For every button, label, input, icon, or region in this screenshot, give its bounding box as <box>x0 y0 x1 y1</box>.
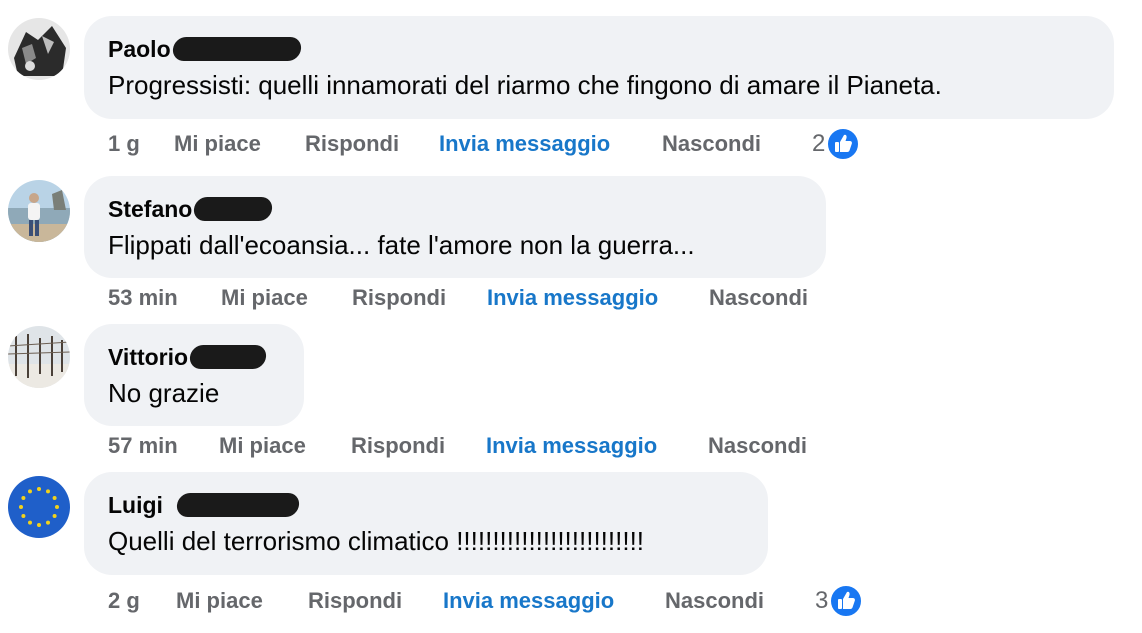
send-message-button[interactable]: Invia messaggio <box>443 585 614 617</box>
comment-text: No grazie <box>108 378 220 408</box>
redaction-mark <box>171 37 302 61</box>
comment-time[interactable]: 53 min <box>108 282 178 314</box>
reaction-summary[interactable]: 2 <box>812 127 861 161</box>
comment-bubble: Stefano Flippati dall'ecoansia... fate l… <box>84 176 826 278</box>
reply-button[interactable]: Rispondi <box>351 430 445 462</box>
comment-text: Flippati dall'ecoansia... fate l'amore n… <box>108 230 695 260</box>
hide-button[interactable]: Nascondi <box>708 430 807 462</box>
comment-author[interactable]: Stefano <box>108 196 192 223</box>
comment-bubble: Vittorio No grazie <box>84 324 304 426</box>
comment-text: Progressisti: quelli innamorati del riar… <box>108 70 942 100</box>
comment-bubble: Paolo Progressisti: quelli innamorati de… <box>84 16 1114 119</box>
comment-author[interactable]: Luigi <box>108 492 163 519</box>
hide-button[interactable]: Nascondi <box>662 128 761 160</box>
like-button[interactable]: Mi piace <box>219 430 306 462</box>
avatar[interactable] <box>8 18 70 80</box>
comment-author[interactable]: Vittorio <box>108 344 188 371</box>
like-icon <box>829 584 864 618</box>
reply-button[interactable]: Rispondi <box>308 585 402 617</box>
reaction-summary[interactable]: 3 <box>815 584 864 618</box>
comment-time[interactable]: 2 g <box>108 585 140 617</box>
send-message-button[interactable]: Invia messaggio <box>487 282 658 314</box>
comment-actions: 2 g Mi piace Rispondi Invia messaggio Na… <box>0 584 1142 618</box>
avatar[interactable] <box>8 180 70 242</box>
comment-text: Quelli del terrorismo climatico !!!!!!!!… <box>108 526 645 556</box>
avatar[interactable] <box>8 476 70 538</box>
like-button[interactable]: Mi piace <box>176 585 263 617</box>
hide-button[interactable]: Nascondi <box>709 282 808 314</box>
hide-button[interactable]: Nascondi <box>665 585 764 617</box>
comment-bubble: Luigi Quelli del terrorismo climatico !!… <box>84 472 768 575</box>
comment-actions: 57 min Mi piace Rispondi Invia messaggio… <box>0 430 1142 462</box>
like-button[interactable]: Mi piace <box>221 282 308 314</box>
comment-time[interactable]: 57 min <box>108 430 178 462</box>
send-message-button[interactable]: Invia messaggio <box>486 430 657 462</box>
comment-actions: 53 min Mi piace Rispondi Invia messaggio… <box>0 282 1142 314</box>
redaction-mark <box>188 345 268 369</box>
send-message-button[interactable]: Invia messaggio <box>439 128 610 160</box>
redaction-mark <box>193 197 274 221</box>
like-icon <box>826 127 861 161</box>
reaction-count: 3 <box>815 587 829 614</box>
reply-button[interactable]: Rispondi <box>305 128 399 160</box>
reaction-count: 2 <box>812 130 826 157</box>
avatar[interactable] <box>8 326 70 388</box>
comment-author[interactable]: Paolo <box>108 36 171 63</box>
comment-actions: 1 g Mi piace Rispondi Invia messaggio Na… <box>0 127 1142 161</box>
comment-time[interactable]: 1 g <box>108 128 140 160</box>
like-button[interactable]: Mi piace <box>174 128 261 160</box>
redaction-mark <box>175 493 301 517</box>
reply-button[interactable]: Rispondi <box>352 282 446 314</box>
